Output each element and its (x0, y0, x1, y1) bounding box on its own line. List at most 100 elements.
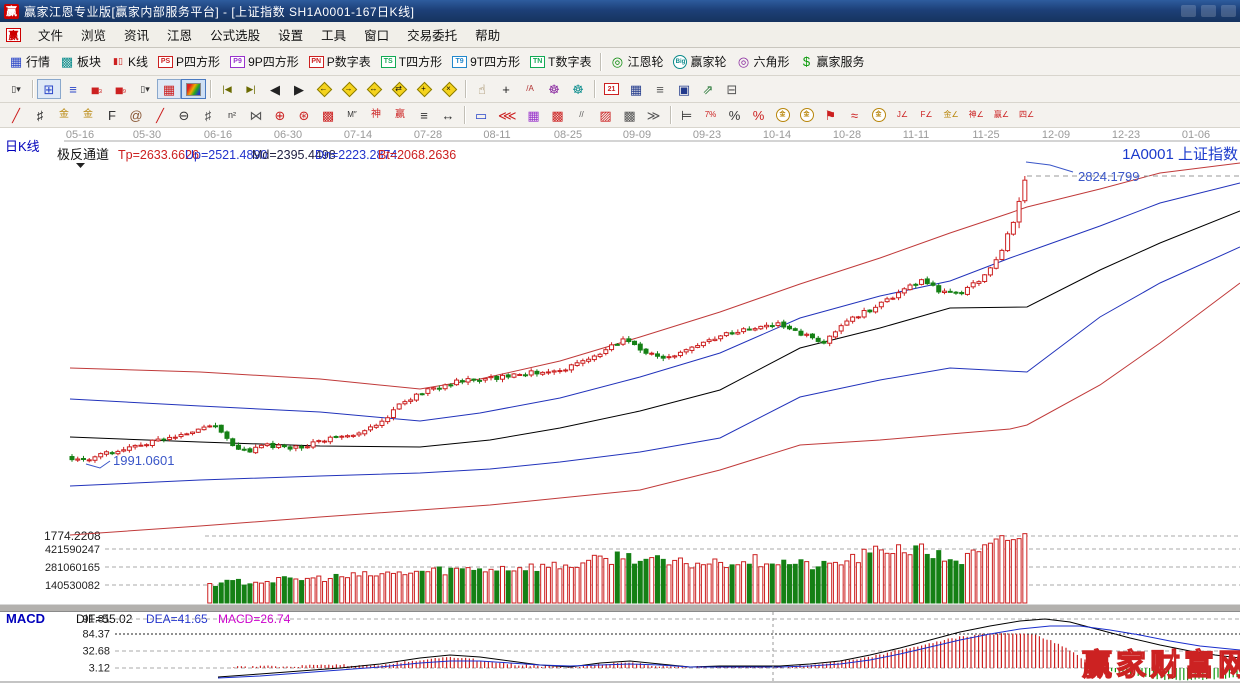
close-button[interactable] (1221, 5, 1236, 17)
gann-ruler-tool[interactable]: ♯ (28, 105, 52, 125)
gold-circle-1-tool[interactable]: 金 (771, 105, 795, 125)
notepad-button[interactable]: ≡ (648, 79, 672, 99)
gann-circle-tool[interactable]: ⊕ (268, 105, 292, 125)
grid-purple-tool[interactable]: ▦ (522, 105, 546, 125)
winner-service-button[interactable]: $赢家服务 (795, 52, 870, 72)
gold-line-b-tool[interactable]: 金 (76, 105, 100, 125)
export-button[interactable]: ⇗ (696, 79, 720, 99)
gold-circle-2-tool[interactable]: 金 (795, 105, 819, 125)
hash-grid-tool[interactable]: ♯ (196, 105, 220, 125)
menu-item-9[interactable]: 帮助 (466, 22, 509, 47)
save-button[interactable]: ▣ (672, 79, 696, 99)
hatch-box-tool[interactable]: ▨ (594, 105, 618, 125)
pencil-red-tool[interactable]: ╱ (4, 105, 28, 125)
grid-fine-tool[interactable]: ▩ (618, 105, 642, 125)
child-window-icon[interactable]: 赢 (6, 28, 21, 42)
web-box-tool[interactable]: ▩ (546, 105, 570, 125)
menu-item-5[interactable]: 设置 (269, 22, 312, 47)
window-tool[interactable]: ⊞ (37, 79, 61, 99)
p-square-button[interactable]: PSP四方形 (153, 52, 225, 72)
menu-item-8[interactable]: 交易委托 (398, 22, 466, 47)
cycle-circle-tool[interactable]: ⊖ (172, 105, 196, 125)
jump-first-button[interactable]: |◀ (215, 79, 239, 99)
bars-3-tool[interactable]: ▅₃ (85, 79, 109, 99)
diamond-hexpand-button[interactable]: ↔ (361, 79, 386, 99)
hexagon-button[interactable]: ◎六角形 (732, 52, 795, 72)
winner-wheel-button[interactable]: Big赢家轮 (668, 52, 731, 72)
p-number-button[interactable]: PNP数字表 (304, 52, 376, 72)
menu-item-6[interactable]: 工具 (312, 22, 355, 47)
diamond-left-button[interactable]: ← (311, 79, 336, 99)
gann-web-teal-tool[interactable]: ☸ (566, 79, 590, 99)
crosshair-tool[interactable]: + (494, 79, 518, 99)
percent-7-tool[interactable]: 7% (699, 105, 723, 125)
gold-line-a-tool[interactable]: 金 (52, 105, 76, 125)
fan-lines-tool[interactable]: ⋘ (493, 105, 522, 125)
sectors-button[interactable]: ▩板块 (55, 52, 106, 72)
hand-tool[interactable]: ☝ (470, 79, 494, 99)
fibonacci-f-tool[interactable]: F (100, 105, 124, 125)
ying-lines-tool[interactable]: 赢 (388, 105, 412, 125)
ruler-123-tool[interactable]: ≡ (412, 105, 436, 125)
minimize-button[interactable] (1181, 5, 1196, 17)
diamond-swap-button[interactable]: ⇄ (386, 79, 411, 99)
print-button[interactable]: ⊟ (720, 79, 744, 99)
t9-square-button[interactable]: T99T四方形 (447, 52, 525, 72)
menu-item-0[interactable]: 文件 (29, 22, 72, 47)
menu-item-7[interactable]: 窗口 (355, 22, 398, 47)
page-prev-button[interactable]: ◀ (263, 79, 287, 99)
m-mark-tool[interactable]: M″ (340, 105, 364, 125)
angle-f-tool[interactable]: F∠ (915, 105, 939, 125)
pencil-lines-tool[interactable]: // (570, 105, 594, 125)
kline-button[interactable]: ▮▯K线 (106, 52, 153, 72)
menu-item-4[interactable]: 公式选股 (201, 22, 269, 47)
line-a-tool[interactable]: /A (518, 79, 542, 99)
percent-tool[interactable]: % (723, 105, 747, 125)
shen-lines-tool[interactable]: 神 (364, 105, 388, 125)
calculator-button[interactable]: ▦ (624, 79, 648, 99)
diamond-expand-button[interactable]: + (411, 79, 436, 99)
diamond-right-button[interactable]: → (336, 79, 361, 99)
flag-pen-tool[interactable]: ⚑ (819, 105, 843, 125)
percent-red-tool[interactable]: % (747, 105, 771, 125)
channel-dropdown-icon[interactable] (76, 163, 85, 168)
angle-shen-tool[interactable]: 神∠ (964, 105, 989, 125)
slash-lines-tool[interactable]: ≫ (642, 105, 666, 125)
diamond-shrink-button[interactable]: × (436, 79, 461, 99)
quotes-button[interactable]: ▦行情 (4, 52, 55, 72)
menu-item-2[interactable]: 资讯 (115, 22, 158, 47)
gold-circle-3-tool[interactable]: 金 (867, 105, 891, 125)
chart-canvas[interactable]: 05-1605-3006-1606-3007-1407-2808-1108-25… (0, 128, 1240, 683)
page-next-button[interactable]: ▶ (287, 79, 311, 99)
period-dropdown[interactable]: ▯▾ (4, 79, 28, 99)
channel-indicator-label[interactable]: 极反通道 (57, 147, 109, 162)
n-square-tool[interactable]: n² (220, 105, 244, 125)
web-square-tool[interactable]: ▩ (316, 105, 340, 125)
mirror-angle-tool[interactable]: ⋈ (244, 105, 268, 125)
angle-gold-tool[interactable]: 金∠ (939, 105, 964, 125)
width-arrows-tool[interactable]: ↔ (436, 105, 460, 125)
pencil-b-tool[interactable]: ╱ (148, 105, 172, 125)
angle-four-tool[interactable]: 四∠ (1014, 105, 1039, 125)
price-steps-tool[interactable]: ⊨ (675, 105, 699, 125)
bars-9-tool[interactable]: ▅₉ (109, 79, 133, 99)
menu-item-3[interactable]: 江恩 (158, 22, 201, 47)
rect-select-tool[interactable]: ▭ (469, 105, 493, 125)
calendar-button[interactable]: 21 (599, 79, 624, 99)
spiral-tool[interactable]: @ (124, 105, 148, 125)
t-number-button[interactable]: TNT数字表 (525, 52, 596, 72)
color-chart-tool[interactable] (181, 79, 206, 99)
maximize-button[interactable] (1201, 5, 1216, 17)
p9-square-button[interactable]: P99P四方形 (225, 52, 304, 72)
menu-item-1[interactable]: 浏览 (72, 22, 115, 47)
quote-info-tool[interactable]: ≡ (61, 79, 85, 99)
angle-j-tool[interactable]: J∠ (891, 105, 915, 125)
web-tool[interactable]: ⊛ (292, 105, 316, 125)
gann-wheel-button[interactable]: ◎江恩轮 (605, 52, 668, 72)
gann-web-purple-tool[interactable]: ☸ (542, 79, 566, 99)
jump-last-button[interactable]: ▶| (239, 79, 263, 99)
window-controls[interactable] (1176, 5, 1236, 17)
candle-style-dropdown[interactable]: ▯▾ (133, 79, 157, 99)
formula-box-tool[interactable]: ▦ (157, 79, 181, 99)
angle-ying-tool[interactable]: 赢∠ (989, 105, 1014, 125)
